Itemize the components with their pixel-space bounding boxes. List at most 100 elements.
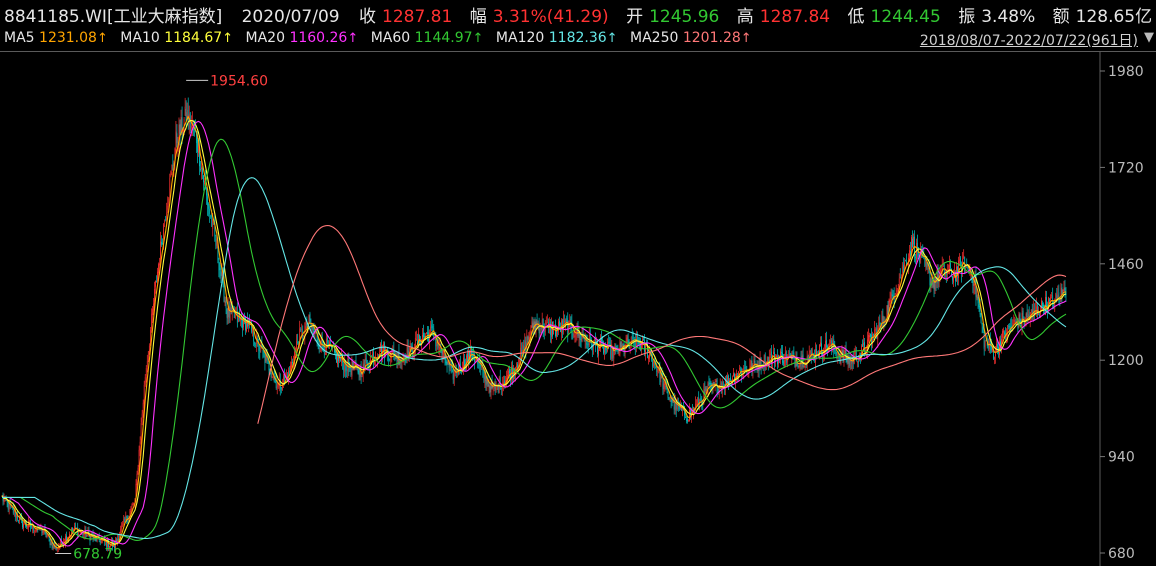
candle-body <box>1015 320 1017 322</box>
candle-body <box>689 409 690 421</box>
candle-body <box>1027 316 1029 317</box>
candle-body <box>390 359 392 361</box>
candle-body <box>704 387 706 392</box>
candle-body <box>147 351 149 362</box>
candle-body <box>521 349 523 352</box>
candle-body <box>558 321 559 332</box>
candle-body <box>573 335 575 337</box>
candle-body <box>50 542 52 546</box>
candle-body <box>660 375 662 383</box>
candle-body <box>835 350 837 355</box>
candle-body <box>52 544 54 549</box>
candle-body <box>208 203 210 209</box>
candle-body <box>149 329 151 345</box>
candle-body <box>540 328 542 330</box>
candle-body <box>164 221 166 223</box>
candle-body <box>744 367 746 368</box>
candle-body <box>210 215 212 217</box>
candle-body <box>960 257 961 265</box>
candle-body <box>653 361 655 367</box>
candle-body <box>340 358 341 362</box>
candle-body <box>1014 321 1016 323</box>
y-tick-label: 940 <box>1108 450 1135 466</box>
candle-body <box>797 366 799 368</box>
candle-body <box>197 139 198 153</box>
candle-body <box>1056 295 1058 299</box>
candle-body <box>740 369 742 371</box>
candle-body <box>23 524 24 529</box>
ma250-line <box>257 224 1067 424</box>
candle-body <box>331 346 332 348</box>
candle-body <box>18 520 19 522</box>
candle-body <box>808 353 810 357</box>
candle-body <box>996 343 997 353</box>
candle-body <box>472 355 473 358</box>
candle-body <box>649 353 650 359</box>
candle-body <box>912 238 913 247</box>
candle-body <box>144 377 146 385</box>
candle-body <box>785 352 787 362</box>
candle-body <box>671 399 673 403</box>
candle-body <box>233 312 235 318</box>
candle-body <box>617 349 619 354</box>
candle-body <box>116 539 117 542</box>
candle-body <box>1010 326 1012 328</box>
candle-body <box>604 346 605 353</box>
candle-body <box>204 180 205 185</box>
candle-body <box>434 338 436 340</box>
candle-body <box>486 379 488 384</box>
candle-body <box>667 391 669 398</box>
candle-body <box>349 367 351 369</box>
candle-body <box>264 354 266 364</box>
candle-body <box>292 361 293 364</box>
candle-body <box>687 419 688 422</box>
candle-body <box>705 388 707 393</box>
candle-body <box>470 347 471 361</box>
candle-body <box>403 356 405 358</box>
candle-body <box>819 345 820 358</box>
candle-body <box>751 360 753 372</box>
candle-body <box>1051 295 1053 297</box>
candle-body <box>832 340 834 350</box>
candle-body <box>976 295 978 299</box>
candle-body <box>995 353 996 357</box>
candle-body <box>170 172 172 177</box>
candle-body <box>807 356 809 359</box>
candle-body <box>997 344 998 348</box>
candle-body <box>255 344 257 346</box>
candle-body <box>167 205 169 210</box>
candle-body <box>431 324 433 329</box>
candle-body <box>806 356 808 366</box>
candle-body <box>620 342 622 347</box>
candle-body <box>142 402 144 414</box>
candle-body <box>1008 326 1010 327</box>
candle-body <box>826 339 827 348</box>
candle-body <box>412 353 414 355</box>
candle-body <box>265 355 267 362</box>
candle-body <box>436 341 438 347</box>
y-tick-label: 680 <box>1108 546 1135 562</box>
candle-body <box>994 357 995 360</box>
candle-body <box>909 250 910 261</box>
candle-body <box>405 360 407 362</box>
candle-body <box>27 526 28 528</box>
candle-body <box>350 368 352 375</box>
candle-body <box>225 301 227 308</box>
candle-body <box>663 383 665 389</box>
candle-body <box>219 268 221 270</box>
candle-body <box>809 350 811 353</box>
candle-body <box>864 342 865 352</box>
candle-body <box>123 518 125 523</box>
candle-body <box>46 536 48 538</box>
candle-body <box>343 363 345 371</box>
candle-body <box>365 358 367 362</box>
candle-body <box>140 423 142 440</box>
candle-body <box>100 540 102 544</box>
candle-body <box>270 372 272 377</box>
candle-body <box>415 338 417 340</box>
candle-body <box>31 526 33 528</box>
candle-body <box>138 449 140 468</box>
price-chart[interactable]: 1980 1720 1460 1200 940 680 1954.60 678.79 <box>0 0 1156 566</box>
candle-body <box>389 359 391 360</box>
candle-body <box>495 383 497 391</box>
